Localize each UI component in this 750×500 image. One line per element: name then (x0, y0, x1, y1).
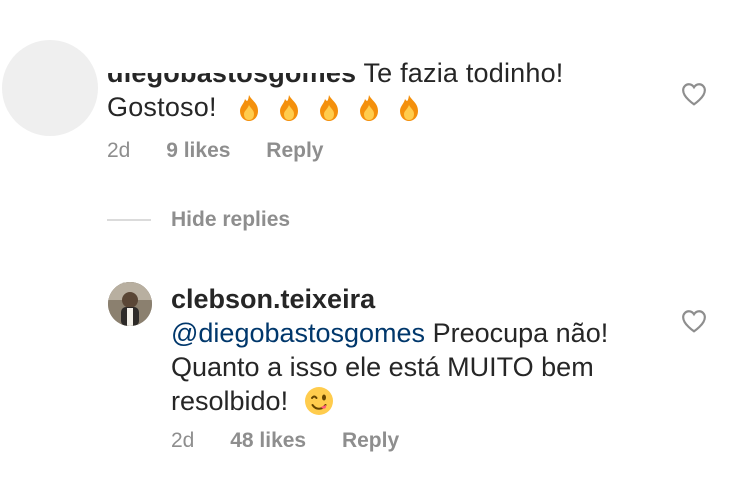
fire-icon (400, 94, 419, 121)
comment-likes-count[interactable]: 9 likes (166, 139, 230, 162)
avatar[interactable] (2, 40, 98, 136)
reply-reply-button[interactable]: Reply (342, 429, 399, 452)
comment-body-line1: Te fazia todinho! (363, 58, 564, 88)
comment-timestamp: 2d (107, 139, 131, 162)
like-heart-icon[interactable] (681, 82, 707, 106)
avatar[interactable] (108, 282, 152, 326)
reply-mention[interactable]: @diegobastosgomes (171, 318, 425, 348)
reply-text: clebson.teixeira @diegobastosgomes Preoc… (171, 282, 651, 418)
comment-username[interactable]: diegobastosgomes (100, 56, 359, 90)
hide-replies-button[interactable]: Hide replies (107, 208, 290, 232)
comment-reply-button[interactable]: Reply (266, 139, 323, 162)
comment-text: diegobastosgomes Te fazia todinho! Gosto… (100, 56, 627, 126)
like-heart-icon[interactable] (681, 309, 707, 333)
fire-icon (320, 94, 339, 121)
fire-icon (280, 94, 299, 121)
reply-likes-count[interactable]: 48 likes (230, 429, 306, 452)
fire-icon (240, 94, 259, 121)
fire-emoji-row (232, 92, 432, 126)
winking-face-icon (304, 387, 333, 415)
comment-meta: 2d 9 likes Reply (107, 139, 353, 163)
reply-timestamp: 2d (171, 429, 195, 452)
comment-body-line2: Gostoso! (107, 92, 217, 122)
hide-replies-label: Hide replies (171, 208, 291, 231)
divider-line (107, 219, 151, 221)
reply-username[interactable]: clebson.teixeira (171, 282, 651, 316)
reply-meta: 2d 48 likes Reply (171, 429, 429, 453)
profile-photo (108, 282, 152, 326)
fire-icon (360, 94, 379, 121)
